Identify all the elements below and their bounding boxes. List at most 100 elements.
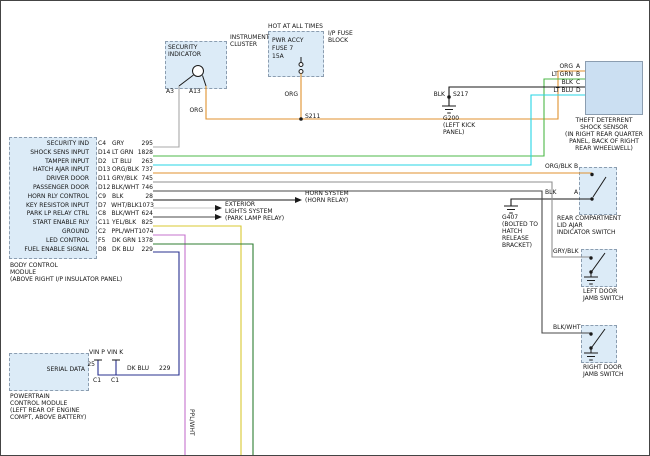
ppl-wht-vertical-label: PPL/WHT xyxy=(188,409,194,436)
pcm-wire-color: DK BLU xyxy=(127,366,149,373)
sensor-pin-a: A xyxy=(576,64,580,71)
bcm-function-label: LED CONTROL xyxy=(11,237,91,246)
security-indicator-lamp xyxy=(179,66,206,87)
splice-s217-dot xyxy=(447,95,451,99)
bcm-circuit: 295 xyxy=(139,140,153,149)
pcm-terminal-number: 25 xyxy=(87,362,95,369)
bcm-wire-color: LT GRN xyxy=(112,149,138,158)
horn-system-label: (HORN RELAY) xyxy=(305,198,348,205)
bcm-circuit: 745 xyxy=(139,175,153,184)
bcm-wire-color: BLK xyxy=(112,193,139,202)
bcm-pin: D12 xyxy=(98,184,111,193)
wire-yel-blk-start-enable xyxy=(153,226,241,456)
bcm-function-label: HATCH AJAR INPUT xyxy=(11,166,91,175)
bcm-pin: D13 xyxy=(98,166,112,175)
bcm-wire-color: BLK/WHT xyxy=(111,184,139,193)
bcm-function-label: SHOCK SENS INPUT xyxy=(11,149,91,158)
bcm-pin-row: D14LT GRN1828 xyxy=(98,149,153,158)
ground-g407-symbol xyxy=(504,206,518,213)
bcm-pin-row: C8BLK/WHT624 xyxy=(98,210,153,219)
rear-switch-wire-a: BLK xyxy=(545,190,556,197)
bcm-function-label: FUEL ENABLE SIGNAL xyxy=(11,246,91,255)
bcm-circuit: 624 xyxy=(139,210,153,219)
bcm-pin: C2 xyxy=(98,228,112,237)
shock-sensor-desc: REAR WHEELWELL) xyxy=(559,146,649,153)
wire-blk-wht-pass-door xyxy=(153,191,591,333)
right-door-switch-title: JAMB SWITCH xyxy=(583,372,624,379)
fuse-name-line: PWR ACCY xyxy=(272,38,304,45)
bcm-function-label: START ENABLE RLY xyxy=(11,219,91,228)
rear-switch-pin-b: B xyxy=(574,164,578,171)
bcm-pin-row: D8DK BLU229 xyxy=(98,246,153,255)
bcm-pin: C8 xyxy=(98,210,111,219)
bcm-pin: D2 xyxy=(98,158,112,167)
ground-g407-label: BRACKET) xyxy=(502,243,532,250)
bcm-function-label: PARK LP RELAY CTRL xyxy=(11,210,91,219)
bcm-pin: D14 xyxy=(98,149,112,158)
bcm-function-label: SECURITY IND xyxy=(11,140,91,149)
bcm-pin-row: D11GRY/BLK745 xyxy=(98,175,153,184)
bcm-pin-row: C2PPL/WHT1074 xyxy=(98,228,153,237)
bcm-pin: F5 xyxy=(98,237,112,246)
wire-lt-grn-shock-sens xyxy=(153,79,585,156)
security-indicator-label: INDICATOR xyxy=(168,52,201,59)
sensor-wire-blk: BLK xyxy=(545,80,573,87)
exterior-lights-label: (PARK LAMP RELAY) xyxy=(225,216,284,223)
bcm-function-label: TAMPER INPUT xyxy=(11,158,91,167)
bcm-wire-color: WHT/BLK xyxy=(111,202,139,211)
bcm-circuit: 746 xyxy=(139,184,153,193)
sensor-wire-lt-blu: LT BLU xyxy=(545,88,573,95)
bcm-circuit: 1074 xyxy=(138,228,153,237)
pcm-pin-vin-k: VIN K xyxy=(107,350,123,357)
bcm-pin: D8 xyxy=(98,246,112,255)
bcm-wire-color: GRY xyxy=(112,140,139,149)
bcm-pin-row: C4GRY295 xyxy=(98,140,153,149)
pcm-wire-circuit: 229 xyxy=(159,366,170,373)
blk-wire-label: BLK xyxy=(425,92,445,99)
org-wire-label: ORG xyxy=(282,92,298,99)
cluster-pin-a13: A13 xyxy=(189,89,201,96)
bcm-circuit: 263 xyxy=(139,158,153,167)
left-door-switch-symbol xyxy=(584,253,605,284)
pcm-connector-c1: C1 xyxy=(111,378,119,385)
bcm-function-label: PASSENGER DOOR xyxy=(11,184,91,193)
right-door-wire-label: BLK/WHT xyxy=(553,325,581,332)
rear-switch-pin-a: A xyxy=(574,190,578,197)
bcm-function-labels: SECURITY IND SHOCK SENS INPUT TAMPER INP… xyxy=(11,140,91,254)
left-door-wire-label: GRY/BLK xyxy=(553,249,579,256)
bcm-wire-color: GRY/BLK xyxy=(112,175,139,184)
left-door-switch-title: JAMB SWITCH xyxy=(583,296,624,303)
instrument-cluster-label: CLUSTER xyxy=(230,42,257,49)
bcm-wire-color: PPL/WHT xyxy=(112,228,139,237)
wire-lt-blu-tamper xyxy=(153,95,585,165)
bcm-wire-color: BLK/WHT xyxy=(111,210,139,219)
bcm-wire-color: DK BLU xyxy=(112,246,139,255)
bcm-pin: C11 xyxy=(98,219,112,228)
sensor-wire-org: ORG xyxy=(545,64,573,71)
bcm-wire-color: ORG/BLK xyxy=(112,166,139,175)
bcm-wire-color: YEL/BLK xyxy=(112,219,139,228)
bcm-circuit: 737 xyxy=(139,166,153,175)
pcm-pin-vin-p: VIN P xyxy=(89,350,105,357)
bcm-pin-row: C9BLK28 xyxy=(98,193,153,202)
bcm-function-label: DRIVER DOOR xyxy=(11,175,91,184)
bcm-circuit: 229 xyxy=(139,246,153,255)
bcm-pin-row: D13ORG/BLK737 xyxy=(98,166,153,175)
ip-fuse-block-label: BLOCK xyxy=(328,38,348,45)
bcm-pin: D7 xyxy=(98,202,111,211)
splice-s217-label: S217 xyxy=(453,92,468,99)
bcm-function-label: GROUND xyxy=(11,228,91,237)
splice-s211-label: S211 xyxy=(305,114,320,121)
bcm-function-label: KEY RESISTOR INPUT xyxy=(11,202,91,211)
bcm-pin-rows: C4GRY295 D14LT GRN1828 D2LT BLU263 D13OR… xyxy=(98,140,153,254)
ground-g200-symbol xyxy=(442,106,456,113)
bcm-pin: D11 xyxy=(98,175,112,184)
bcm-pin-row: C11YEL/BLK825 xyxy=(98,219,153,228)
exterior-arrow-2 xyxy=(215,214,222,220)
bcm-pin: C4 xyxy=(98,140,112,149)
pcm-location: COMPT, ABOVE BATTERY) xyxy=(10,415,86,422)
ground-g200-label: PANEL) xyxy=(443,130,464,137)
sensor-pin-b: B xyxy=(576,72,580,79)
fuse-name-line: FUSE 7 xyxy=(272,46,293,53)
sensor-pin-d: D xyxy=(576,88,581,95)
